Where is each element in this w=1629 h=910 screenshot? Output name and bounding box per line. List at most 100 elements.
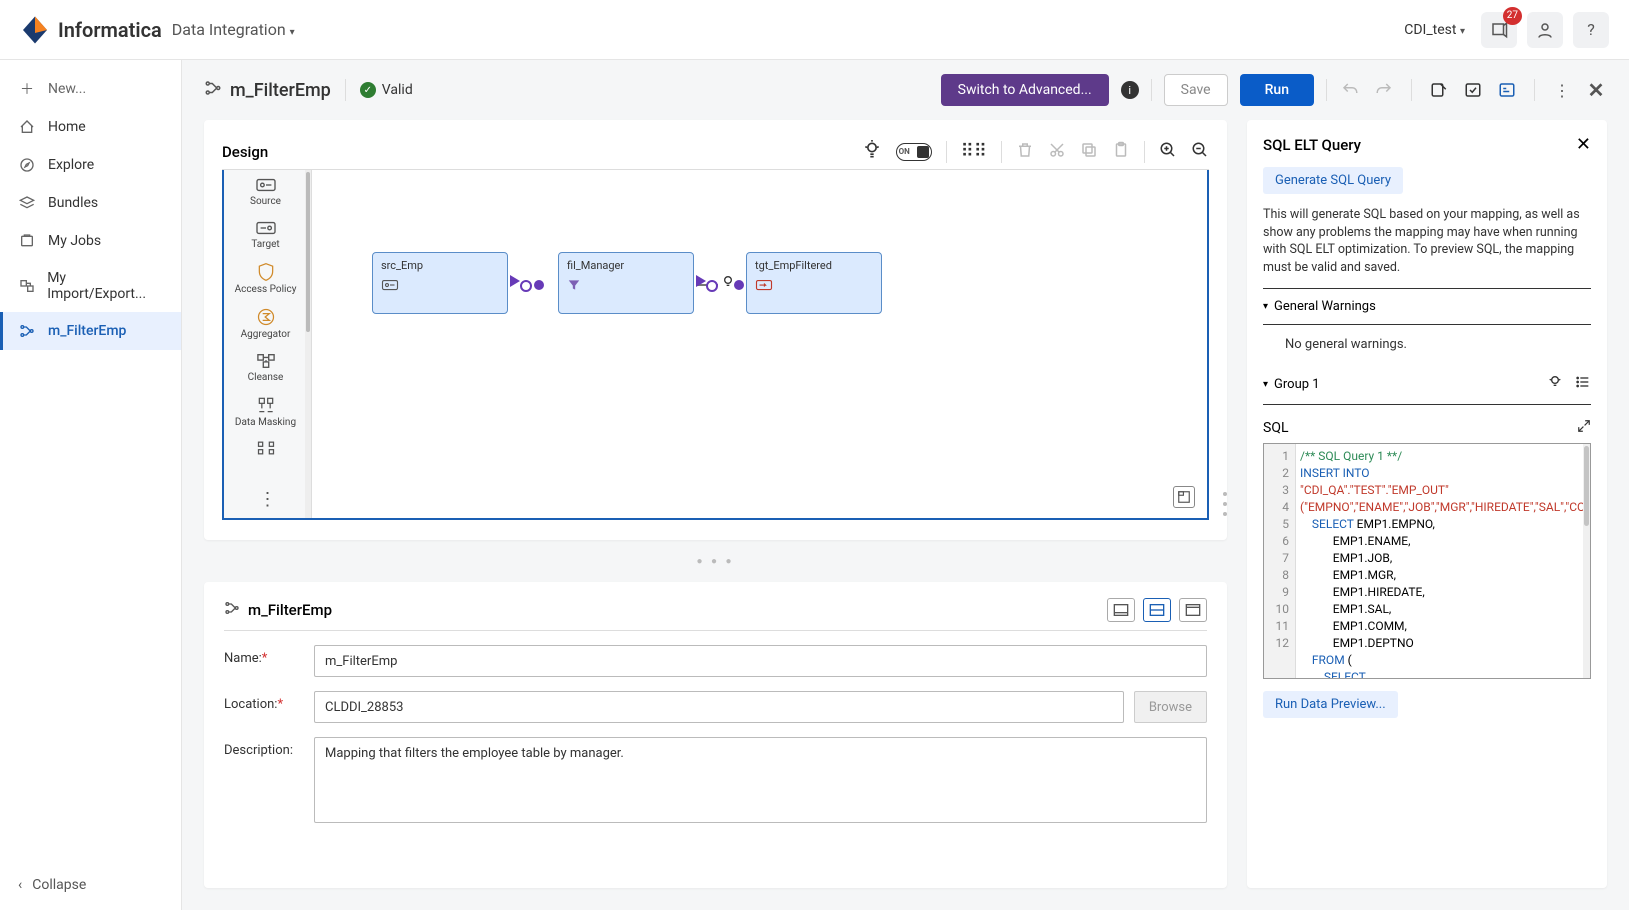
workspace-selector[interactable]: CDI_test ▾ <box>1398 16 1471 44</box>
sidebar-import-export[interactable]: My Import/Export... <box>0 260 181 312</box>
close-designer-icon[interactable]: ✕ <box>1585 79 1607 101</box>
transform-palette: Source Target Access Policy Aggregator C… <box>224 170 312 518</box>
design-panel: Design ON ⠿⠿ <box>204 120 1227 540</box>
help-button[interactable]: ? <box>1573 12 1609 48</box>
more-icon[interactable]: ⋮ <box>1551 79 1573 101</box>
layout-split-icon[interactable] <box>1143 598 1171 622</box>
user-button[interactable] <box>1527 12 1563 48</box>
close-icon[interactable]: ✕ <box>1576 134 1591 155</box>
description-input[interactable]: Mapping that filters the employee table … <box>314 737 1207 823</box>
palette-aggregator[interactable]: Aggregator <box>224 301 307 346</box>
sidebar-myjobs[interactable]: My Jobs <box>0 222 181 260</box>
sidebar-mapping-active[interactable]: m_FilterEmp <box>0 312 181 350</box>
bulb-icon[interactable] <box>1547 374 1563 394</box>
brand-logo <box>20 15 50 45</box>
sql-panel-title: SQL ELT Query <box>1263 136 1361 154</box>
home-icon <box>18 118 36 136</box>
run-data-preview-button[interactable]: Run Data Preview... <box>1263 691 1398 718</box>
palette-overflow-icon[interactable]: ⋮ <box>224 489 311 510</box>
info-icon[interactable]: i <box>1121 81 1139 99</box>
palette-more-item[interactable] <box>224 434 307 464</box>
filter-icon <box>567 278 685 295</box>
warnings-message: No general warnings. <box>1263 325 1591 364</box>
sql-code[interactable]: /** SQL Query 1 **/ INSERT INTO "CDI_QA"… <box>1300 448 1580 679</box>
palette-data-masking[interactable]: Data Masking <box>224 389 307 434</box>
run-button[interactable]: Run <box>1240 74 1314 106</box>
paste-icon[interactable] <box>1112 141 1130 163</box>
sidebar-bundles[interactable]: Bundles <box>0 184 181 222</box>
node-target[interactable]: tgt_EmpFiltered <box>746 252 882 314</box>
warnings-header[interactable]: ▾General Warnings <box>1263 288 1591 325</box>
code-scrollbar[interactable] <box>1584 446 1589 526</box>
panel-splitter[interactable]: ● ● ● <box>204 552 1227 570</box>
generate-sql-button[interactable]: Generate SQL Query <box>1263 167 1403 194</box>
notif-badge: 27 <box>1503 7 1522 25</box>
source-icon <box>381 278 499 295</box>
copy-icon[interactable] <box>1080 141 1098 163</box>
vertical-splitter[interactable] <box>1223 489 1229 519</box>
list-icon[interactable] <box>1575 374 1591 394</box>
node-source[interactable]: src_Emp <box>372 252 508 314</box>
notifications-button[interactable]: 27 <box>1481 12 1517 48</box>
mapping-icon <box>204 79 222 102</box>
sql-heading: SQL <box>1263 420 1288 436</box>
zoom-in-icon[interactable] <box>1159 141 1177 163</box>
transfer-icon <box>18 277 35 295</box>
cut-icon[interactable] <box>1048 141 1066 163</box>
redo-icon[interactable] <box>1373 79 1395 101</box>
grid-icon[interactable]: ⠿⠿ <box>961 141 987 162</box>
sql-description: This will generate SQL based on your map… <box>1263 206 1591 276</box>
layout-single-icon[interactable] <box>1107 598 1135 622</box>
zoom-out-icon[interactable] <box>1191 141 1209 163</box>
caret-down-icon: ▾ <box>1263 379 1268 390</box>
chevron-left-icon: ‹ <box>18 877 22 893</box>
design-title: Design <box>222 143 268 161</box>
autolayout-toggle[interactable]: ON <box>896 143 932 161</box>
palette-source[interactable]: Source <box>224 170 307 213</box>
mapping-canvas[interactable]: src_Emp fil_Manager <box>312 170 1207 518</box>
sql-code-box: 123456789101112 /** SQL Query 1 **/ INSE… <box>1263 443 1591 679</box>
save-button[interactable]: Save <box>1164 74 1228 106</box>
location-label: Location:* <box>224 691 314 712</box>
mapping-icon <box>224 600 240 620</box>
palette-scrollbar[interactable] <box>306 172 310 332</box>
switch-advanced-button[interactable]: Switch to Advanced... <box>941 74 1109 106</box>
sidebar-new[interactable]: ＋ New... <box>0 70 181 108</box>
mapping-icon <box>18 322 36 340</box>
sidebar-explore[interactable]: Explore <box>0 146 181 184</box>
sidebar-home[interactable]: Home <box>0 108 181 146</box>
stack-icon <box>18 194 36 212</box>
palette-cleanse[interactable]: Cleanse <box>224 346 307 389</box>
page-title: m_FilterEmp <box>204 79 331 102</box>
bulb-icon[interactable] <box>862 140 882 164</box>
sql-panel-icon[interactable] <box>1496 79 1518 101</box>
expand-icon[interactable] <box>1577 419 1591 437</box>
description-label: Description: <box>224 737 314 758</box>
code-gutter: 123456789101112 <box>1264 444 1296 678</box>
app-switcher[interactable]: Data Integration ▾ <box>172 20 295 39</box>
plus-icon: ＋ <box>18 80 36 98</box>
sidebar-collapse[interactable]: ‹ Collapse <box>0 860 181 910</box>
layout-full-icon[interactable] <box>1179 598 1207 622</box>
name-input[interactable] <box>314 645 1207 677</box>
validity-indicator: ✓ Valid <box>360 82 413 98</box>
brand-name: Informatica <box>58 18 162 42</box>
name-label: Name:* <box>224 645 314 666</box>
canvas-minimap-icon[interactable] <box>1173 486 1195 508</box>
node-filter[interactable]: fil_Manager <box>558 252 694 314</box>
undo-icon[interactable] <box>1339 79 1361 101</box>
palette-target[interactable]: Target <box>224 213 307 256</box>
palette-access-policy[interactable]: Access Policy <box>224 256 307 301</box>
props-title: m_FilterEmp <box>224 600 332 620</box>
sidebar: ＋ New... Home Explore Bundles My Jobs <box>0 60 182 910</box>
sql-elt-panel: SQL ELT Query ✕ Generate SQL Query This … <box>1247 120 1607 888</box>
compass-icon <box>18 156 36 174</box>
location-input[interactable] <box>314 691 1124 723</box>
jobs-icon <box>18 232 36 250</box>
checkmark-panel-icon[interactable] <box>1462 79 1484 101</box>
group-header[interactable]: ▾ Group 1 <box>1263 364 1591 405</box>
browse-button[interactable]: Browse <box>1134 691 1207 723</box>
validate-icon[interactable] <box>1428 79 1450 101</box>
trash-icon[interactable] <box>1016 141 1034 163</box>
check-icon: ✓ <box>360 82 376 98</box>
